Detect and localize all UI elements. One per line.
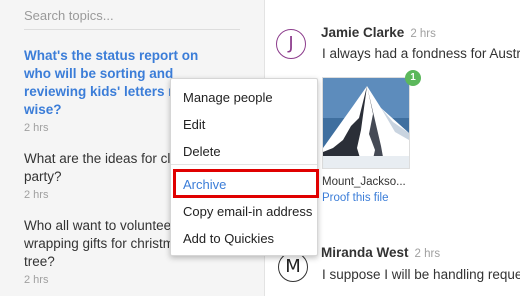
menu-item-add-to-quickies[interactable]: Add to Quickies <box>171 226 317 252</box>
attachment-count-badge: 1 <box>405 70 421 86</box>
proof-file-link[interactable]: Proof this file <box>322 192 388 204</box>
attachment-filename[interactable]: Mount_Jackso... <box>322 176 406 188</box>
attachment-thumbnail[interactable] <box>322 77 410 169</box>
message-time: 2 hrs <box>410 28 436 40</box>
menu-item-delete[interactable]: Delete <box>171 139 317 165</box>
message-text: I suppose I will be handling reque <box>322 267 520 282</box>
message-author[interactable]: Jamie Clarke 2 hrs <box>321 25 436 40</box>
menu-item-copy-email-in[interactable]: Copy email-in address <box>171 199 317 225</box>
search-input[interactable]: Search topics... <box>24 6 240 26</box>
search-underline <box>24 29 240 30</box>
topic-context-menu: Manage people Edit Delete Archive Copy e… <box>170 78 319 256</box>
menu-separator <box>171 164 317 165</box>
avatar[interactable]: M <box>278 252 308 282</box>
menu-item-archive[interactable]: Archive <box>171 172 317 198</box>
message-author[interactable]: Miranda West 2 hrs <box>321 245 440 260</box>
topic-time: 2 hrs <box>24 274 49 286</box>
message-time: 2 hrs <box>414 248 441 260</box>
message-text: I always had a fondness for Austr <box>322 46 520 61</box>
menu-item-edit[interactable]: Edit <box>171 112 317 138</box>
avatar[interactable]: J <box>276 29 306 59</box>
mountain-image <box>323 78 409 168</box>
menu-item-manage-people[interactable]: Manage people <box>171 85 317 111</box>
